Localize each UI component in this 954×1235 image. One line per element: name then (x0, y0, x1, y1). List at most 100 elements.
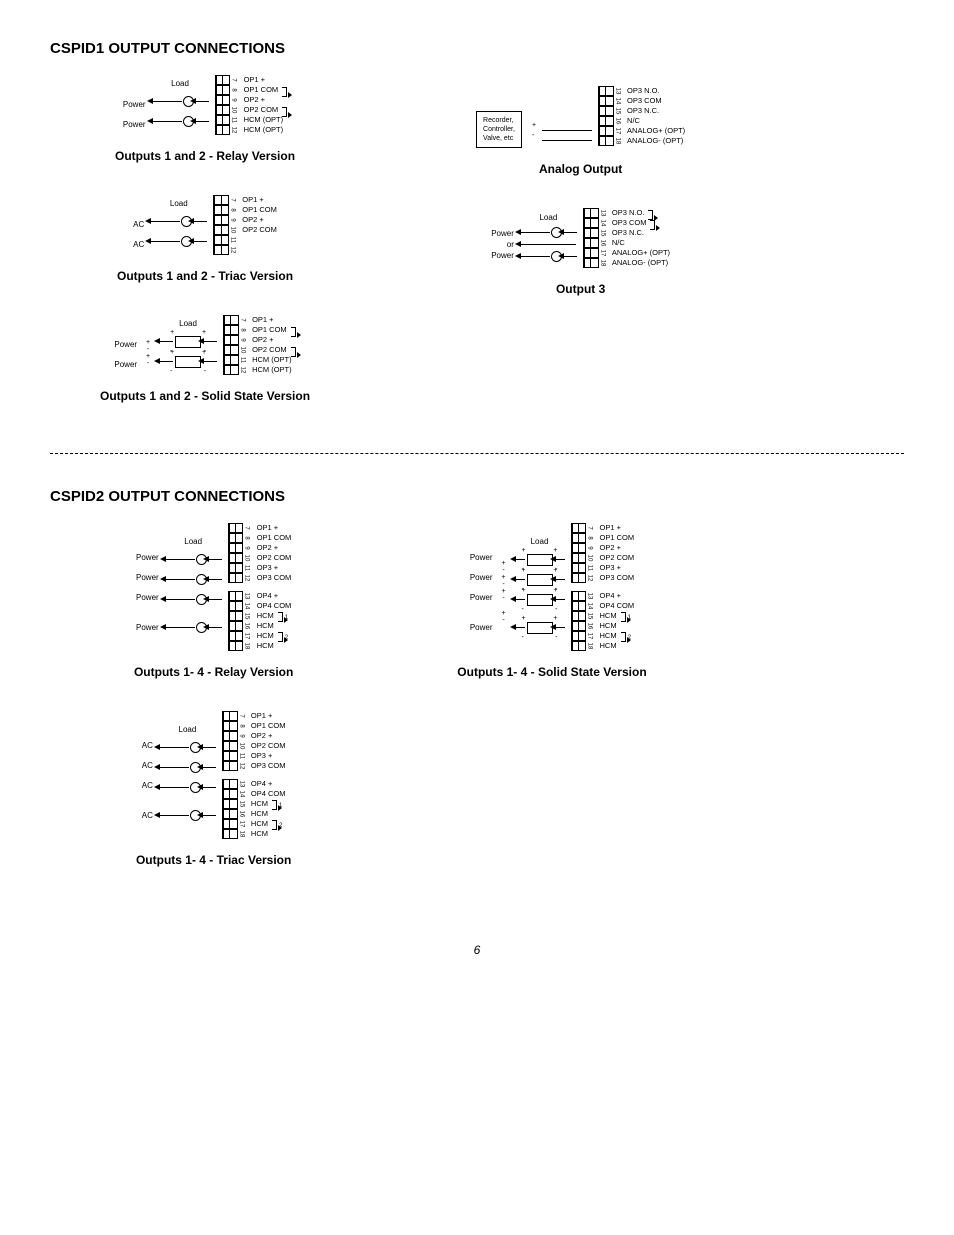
term-label: OP2 COM (257, 553, 292, 563)
term-label: OP2 + (244, 95, 288, 105)
term-label: OP1 + (244, 75, 288, 85)
power-label: Power (123, 94, 146, 114)
terminal-block: 13 14 15 16 17 18 (228, 591, 251, 651)
caption: Outputs 1 and 2 - Relay Version (115, 149, 295, 163)
ac-label: AC (142, 775, 153, 795)
section-divider (50, 453, 904, 454)
caption: Outputs 1- 4 - Solid State Version (457, 665, 646, 679)
term-label: HCM (OPT) (252, 365, 296, 375)
diagram-analog: Recorder, Controller, Valve, etc +- 13 1… (470, 77, 691, 154)
load-label: Load (539, 213, 557, 225)
terminal-block: 13 14 15 16 17 18 (583, 208, 606, 268)
term-label: OP2 COM (242, 225, 277, 235)
load-label: Load (531, 537, 549, 549)
term-label: HCM2 (257, 631, 292, 641)
diagram-triac-12: AC AC Load 7 8 9 10 11 12 (127, 189, 283, 261)
load-label: Load (171, 79, 189, 91)
term-label: OP1 + (242, 195, 277, 205)
terminal-block: 7 8 9 10 11 12 (215, 75, 238, 135)
terminal-block: 13 14 15 16 17 18 (222, 779, 245, 839)
term-label: OP3 COM (627, 96, 685, 106)
load-label: Load (179, 725, 197, 737)
term-label: N/C (612, 238, 670, 248)
terminal-block: 7 8 9 10 11 12 (571, 523, 594, 583)
term-label: ANALOG+ (OPT) (612, 248, 670, 258)
term-label: OP1 COM (600, 533, 635, 543)
page-number: 6 (50, 943, 904, 957)
term-label: ANALOG+ (OPT) (627, 126, 685, 136)
term-label: HCM1 (257, 611, 292, 621)
term-label: OP3 N.C. (612, 228, 670, 238)
power-label: Power (114, 334, 137, 354)
power-label: Power (136, 617, 159, 637)
section1-title: CSPID1 OUTPUT CONNECTIONS (50, 40, 904, 57)
term-label: OP2 COM (600, 553, 635, 563)
term-label: HCM2 (251, 819, 286, 829)
power-label: Power (470, 547, 493, 567)
term-label: HCM (OPT) (252, 355, 296, 365)
power-label: Power (136, 567, 159, 587)
term-label: OP3 COM (600, 573, 635, 583)
col-left-s2: Power Power Power Power Load (130, 517, 297, 893)
term-label: OP3 + (600, 563, 635, 573)
term-label: OP1 + (251, 711, 286, 721)
section2-title: CSPID2 OUTPUT CONNECTIONS (50, 488, 904, 505)
power-label: Power (136, 587, 159, 607)
power-label: Power (470, 587, 493, 607)
term-label: OP2 + (257, 543, 292, 553)
term-label: OP3 + (251, 751, 286, 761)
term-label: OP2 + (252, 335, 296, 345)
ac-label: AC (142, 755, 153, 775)
term-label: OP3 N.O. (612, 208, 670, 218)
term-label: OP2 + (600, 543, 635, 553)
terminal-block: 7 8 9 10 11 12 (223, 315, 246, 375)
term-label: OP1 COM (257, 533, 292, 543)
term-label: ANALOG- (OPT) (612, 258, 670, 268)
diagram-ss-14: Power Power Power Power +- +- +- +- Load (464, 517, 640, 657)
load-label: Load (179, 319, 197, 331)
term-label: OP1 COM (251, 721, 286, 731)
term-label: HCM1 (600, 611, 635, 621)
term-label: HCM (OPT) (244, 125, 288, 135)
caption: Outputs 1 and 2 - Solid State Version (100, 389, 310, 403)
power-label: Power (123, 114, 146, 134)
term-label: OP1 + (257, 523, 292, 533)
caption: Output 3 (556, 282, 605, 296)
term-label: OP4 + (600, 591, 635, 601)
term-label: OP2 + (242, 215, 277, 225)
term-label: HCM2 (600, 631, 635, 641)
load-label: Load (184, 537, 202, 549)
power-label: Power (136, 547, 159, 567)
term-label: HCM (OPT) (244, 115, 288, 125)
caption: Analog Output (539, 162, 622, 176)
terminal-block: 13 14 15 16 17 18 (598, 86, 621, 146)
term-label: OP2 COM (251, 741, 286, 751)
load-label: Load (170, 199, 188, 211)
term-label: N/C (627, 116, 685, 126)
power-label: Power (114, 354, 137, 374)
diagram-ss-12: Power Power +- +- Load ++-- ++-- 7 8 (108, 309, 301, 381)
caption: Outputs 1- 4 - Relay Version (134, 665, 293, 679)
ac-label: AC (133, 234, 144, 254)
term-label: OP3 N.O. (627, 86, 685, 96)
power-label: Power (470, 617, 493, 637)
col-right-s1: Recorder, Controller, Valve, etc +- 13 1… (470, 69, 691, 322)
terminal-block: 13 14 15 16 17 18 (571, 591, 594, 651)
term-label: OP3 + (257, 563, 292, 573)
term-label: ANALOG- (OPT) (627, 136, 685, 146)
term-label: OP1 + (600, 523, 635, 533)
power-label: Power (491, 228, 514, 239)
term-label: OP3 COM (257, 573, 292, 583)
power-label: Power (491, 250, 514, 261)
or-label: or (491, 239, 514, 250)
diagram-triac-14: AC AC AC AC Load (136, 705, 292, 845)
diagram-relay-14: Power Power Power Power Load (130, 517, 297, 657)
diagram-relay-12: Power Power Load 7 8 9 10 11 12 (117, 69, 293, 141)
terminal-block: 7 8 9 10 11 12 (213, 195, 236, 255)
col-right-s2: Power Power Power Power +- +- +- +- Load (457, 517, 646, 705)
term-label: OP1 COM (244, 85, 288, 95)
caption: Outputs 1- 4 - Triac Version (136, 853, 291, 867)
ac-label: AC (142, 735, 153, 755)
ac-label: AC (142, 805, 153, 825)
term-label: OP1 + (252, 315, 296, 325)
